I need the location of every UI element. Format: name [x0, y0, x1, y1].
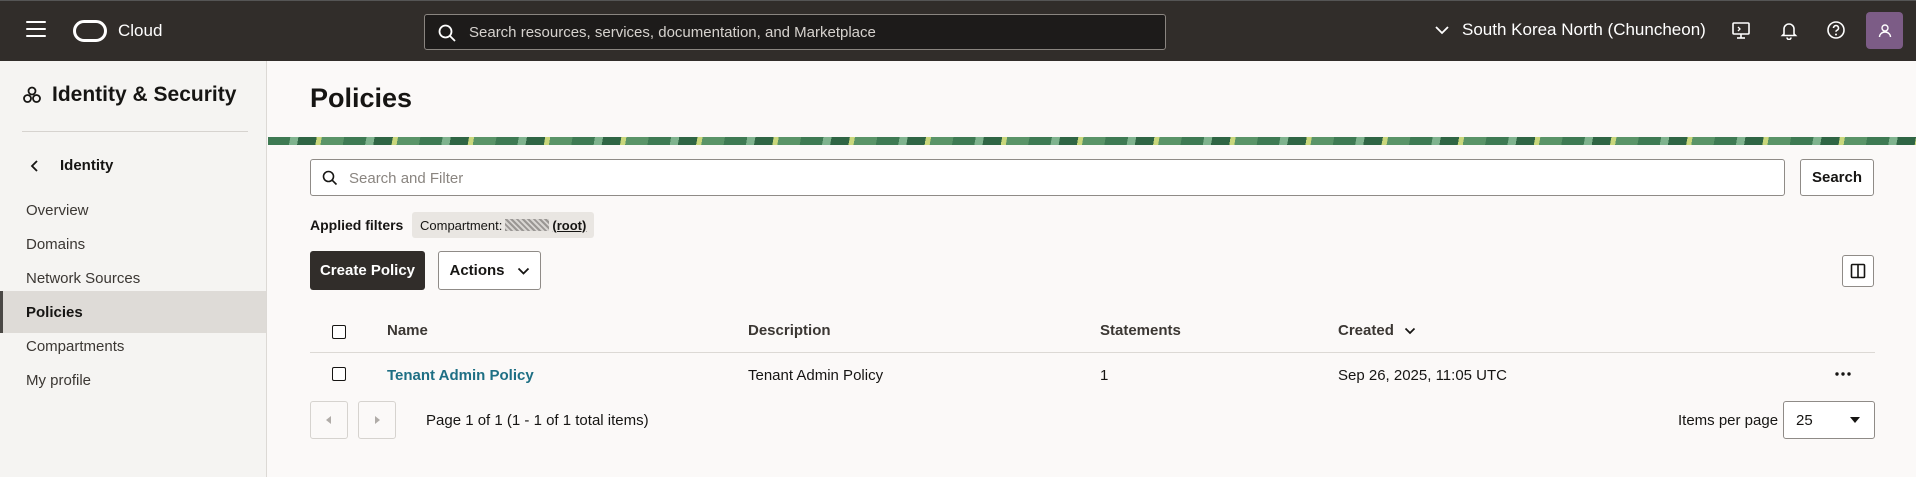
column-layout-button[interactable] — [1842, 255, 1874, 287]
caret-down-icon — [1850, 417, 1860, 423]
actions-label: Actions — [449, 262, 505, 279]
row-actions-icon[interactable] — [1834, 371, 1852, 377]
column-header-created-label: Created — [1338, 322, 1394, 339]
region-selector[interactable]: South Korea North (Chuncheon) — [1434, 20, 1706, 40]
create-policy-button[interactable]: Create Policy — [310, 251, 425, 290]
chip-label: Compartment: — [420, 217, 503, 233]
sidebar-title-label: Identity & Security — [52, 83, 237, 106]
column-header-description[interactable]: Description — [748, 322, 831, 339]
sort-descending-icon — [1404, 327, 1415, 334]
search-icon — [438, 24, 456, 42]
column-header-created[interactable]: Created — [1338, 322, 1416, 339]
table-header-divider — [310, 352, 1875, 353]
chevron-left-icon — [30, 159, 38, 172]
policy-statements: 1 — [1100, 367, 1109, 384]
oracle-logo-icon[interactable] — [73, 20, 107, 42]
pagination-summary: Page 1 of 1 (1 - 1 of 1 total items) — [426, 412, 649, 429]
column-header-statements[interactable]: Statements — [1100, 322, 1181, 339]
select-all-checkbox[interactable] — [332, 325, 346, 339]
policy-description: Tenant Admin Policy — [748, 367, 884, 384]
top-bar: Cloud Search resources, services, docume… — [0, 0, 1916, 61]
chevron-down-icon — [1435, 26, 1449, 35]
bell-icon[interactable] — [1779, 20, 1799, 40]
region-label: South Korea North (Chuncheon) — [1462, 20, 1706, 39]
cloud-shell-icon[interactable] — [1731, 20, 1751, 40]
column-header-name[interactable]: Name — [387, 322, 428, 339]
identity-security-icon — [23, 86, 41, 103]
caret-right-icon — [375, 416, 380, 424]
search-icon — [322, 170, 338, 186]
main-content: Policies Search and Filter Search Applie… — [268, 61, 1916, 477]
applied-filters-label: Applied filters — [310, 217, 404, 233]
page-title: Policies — [310, 83, 413, 113]
chip-value[interactable]: (root) — [552, 218, 586, 233]
previous-page-button[interactable] — [310, 401, 348, 439]
policy-name-link[interactable]: Tenant Admin Policy — [387, 367, 534, 384]
caret-left-icon — [326, 416, 331, 424]
items-per-page-select[interactable]: 25 — [1783, 401, 1875, 439]
items-per-page-label: Items per page — [1678, 412, 1779, 429]
user-avatar[interactable] — [1866, 12, 1903, 49]
sidebar-back-identity[interactable]: Identity — [30, 157, 113, 174]
chevron-down-icon — [517, 267, 529, 275]
items-per-page-value: 25 — [1796, 412, 1813, 429]
global-search-input[interactable]: Search resources, services, documentatio… — [424, 14, 1166, 50]
row-checkbox[interactable] — [332, 367, 346, 381]
decorative-banner — [268, 137, 1916, 145]
redacted-text — [505, 219, 550, 231]
policy-created: Sep 26, 2025, 11:05 UTC — [1338, 367, 1507, 384]
sidebar-back-label: Identity — [60, 157, 114, 174]
global-search-placeholder: Search resources, services, documentatio… — [469, 24, 876, 41]
brand-label[interactable]: Cloud — [118, 21, 162, 41]
actions-button[interactable]: Actions — [438, 251, 541, 290]
search-filter-input[interactable]: Search and Filter — [310, 159, 1785, 196]
search-button[interactable]: Search — [1800, 159, 1874, 196]
help-icon[interactable] — [1826, 20, 1846, 40]
sidebar-divider — [22, 131, 248, 132]
next-page-button[interactable] — [358, 401, 396, 439]
sidebar: Identity & Security Identity Overview Do… — [0, 61, 267, 477]
compartment-filter-chip[interactable]: Compartment: (root) — [412, 212, 595, 238]
user-icon — [1878, 23, 1891, 37]
columns-icon — [1850, 263, 1866, 279]
sidebar-title: Identity & Security — [22, 83, 236, 107]
search-filter-placeholder: Search and Filter — [349, 170, 464, 187]
hamburger-menu-icon[interactable] — [26, 21, 46, 39]
sidebar-item-my-profile[interactable]: My profile — [0, 359, 266, 401]
